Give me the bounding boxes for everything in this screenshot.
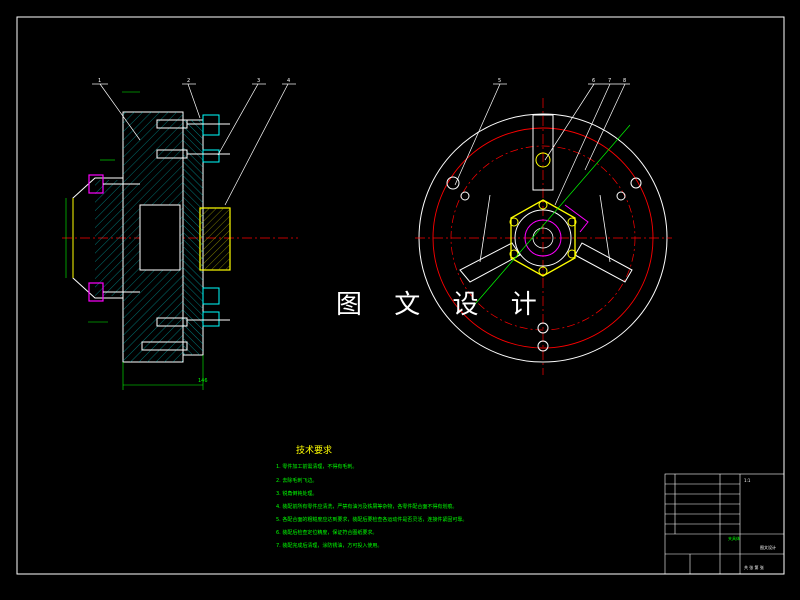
leader-4: [224, 83, 289, 206]
nut-top: [202, 114, 220, 136]
balloon-4: 4: [287, 78, 290, 84]
note-5: 5. 各配合面的粗糙度应达到要求，装配后要检查各运动件是否灵活，连接件紧固可靠。: [276, 517, 468, 523]
nut-top-2: [202, 149, 220, 163]
balloon-5: 5: [498, 78, 501, 84]
dim-width-label: 146: [198, 378, 208, 384]
clamp-jaw: [564, 204, 589, 233]
balloon-8: 8: [623, 78, 626, 84]
leader-3: [217, 83, 259, 156]
note-6: 6. 装配后检查定位精度，保证符合图纸要求。: [276, 530, 378, 536]
note-3: 3. 锐角倒钝处理。: [276, 491, 318, 497]
nut-bottom-2: [202, 311, 220, 327]
title-block-company: 图文设计: [760, 545, 776, 550]
balloon-7: 7: [608, 78, 611, 84]
section-view: 146 1 2 3 4: [62, 78, 298, 390]
balloon-2: 2: [187, 78, 190, 84]
note-7: 7. 装配完成后清理，涂防锈油，方可投入使用。: [276, 543, 383, 549]
note-4: 4. 装配前所有零件应清洗，严禁有油污及铁屑等杂物，各零件配合面不得有划痕。: [276, 504, 458, 510]
leader-2: [187, 83, 201, 119]
radial-line-2: [599, 194, 611, 263]
balloon-6: 6: [592, 78, 595, 84]
leader-8: [584, 83, 626, 171]
title-block-drawing-name: 夹具体: [728, 536, 740, 541]
nut-bottom: [202, 287, 220, 305]
jaw-slot-right: [574, 242, 633, 283]
workpiece-hatch: [200, 208, 230, 270]
balloon-3: 3: [257, 78, 260, 84]
cad-drawing-canvas: 146 1 2 3 4 5 6 7 8 图 文 设 计 技术要求 1. 零件加工…: [0, 0, 800, 600]
end-view: 5 6 7 8: [415, 78, 672, 375]
note-1: 1. 零件加工前需清理，不得有毛刺。: [276, 464, 358, 470]
note-2: 2. 去除毛刺飞边。: [276, 478, 318, 484]
title-block: [664, 473, 785, 575]
bolt-hole-1: [446, 176, 460, 190]
bolt-hole-2: [460, 191, 470, 201]
title-block-scale: 1:1: [744, 478, 751, 483]
radial-line-1: [479, 194, 491, 263]
watermark-text: 图 文 设 计: [336, 290, 549, 320]
center-bore: [139, 204, 181, 271]
balloon-1: 1: [98, 78, 101, 84]
title-block-sheet: 共 张 第 张: [744, 565, 764, 570]
hub-hatch: [95, 180, 123, 296]
leader-5: [454, 83, 501, 186]
technical-requirements-title: 技术要求: [296, 446, 333, 456]
bolt-hole-4: [616, 191, 626, 201]
